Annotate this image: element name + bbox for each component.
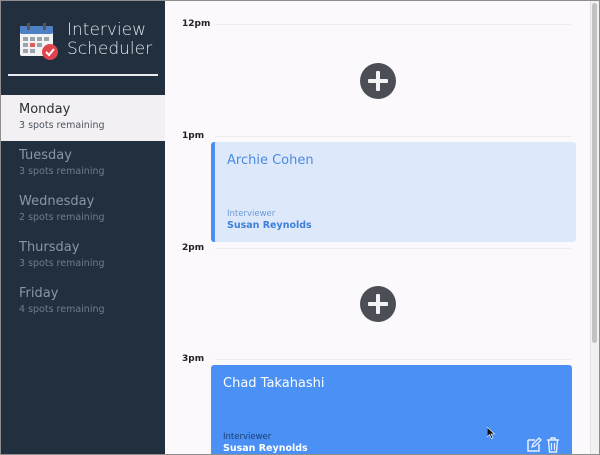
appointment-card[interactable]: Archie Cohen Interviewer Susan Reynolds	[211, 142, 576, 242]
time-divider	[215, 136, 571, 137]
sidebar: Interview Scheduler Monday 3 spots remai…	[1, 1, 165, 454]
add-appointment-button[interactable]	[360, 63, 396, 99]
time-divider	[215, 24, 571, 25]
day-name: Monday	[19, 102, 71, 117]
app-title: Interview Scheduler	[67, 21, 152, 59]
scrollbar-thumb[interactable]	[592, 3, 597, 343]
day-spots: 3 spots remaining	[19, 120, 105, 131]
student-name: Chad Takahashi	[223, 376, 325, 391]
day-spots: 3 spots remaining	[19, 258, 105, 269]
day-spots: 4 spots remaining	[19, 304, 105, 315]
day-item-monday[interactable]: Monday 3 spots remaining	[1, 95, 165, 141]
student-name: Archie Cohen	[227, 153, 314, 168]
edit-icon[interactable]	[526, 437, 542, 453]
mouse-cursor-icon	[487, 427, 495, 439]
interviewer-label: Interviewer	[227, 209, 276, 219]
interviewer-name: Susan Reynolds	[223, 443, 308, 454]
day-item-tuesday[interactable]: Tuesday 3 spots remaining	[1, 141, 165, 187]
calendar-check-icon	[20, 23, 58, 60]
trash-icon[interactable]	[545, 437, 561, 453]
day-item-wednesday[interactable]: Wednesday 2 spots remaining	[1, 187, 165, 233]
day-item-thursday[interactable]: Thursday 3 spots remaining	[1, 233, 165, 279]
sidebar-divider	[8, 74, 158, 76]
day-name: Thursday	[19, 240, 80, 255]
time-label-3pm: 3pm	[182, 354, 205, 364]
time-label-1pm: 1pm	[182, 131, 205, 141]
add-appointment-button[interactable]	[360, 286, 396, 322]
day-name: Friday	[19, 286, 59, 301]
app-title-line2: Scheduler	[67, 39, 153, 59]
day-spots: 2 spots remaining	[19, 212, 105, 223]
day-spots: 3 spots remaining	[19, 166, 105, 177]
app-window: Interview Scheduler Monday 3 spots remai…	[0, 0, 600, 455]
interviewer-name: Susan Reynolds	[227, 220, 312, 231]
time-divider	[215, 359, 571, 360]
day-name: Tuesday	[19, 148, 72, 163]
time-label-12pm: 12pm	[182, 19, 211, 29]
time-divider	[215, 248, 571, 249]
appointment-card-selected[interactable]: Chad Takahashi Interviewer Susan Reynold…	[211, 365, 572, 454]
day-name: Wednesday	[19, 194, 95, 209]
app-title-line1: Interview	[67, 20, 147, 40]
interviewer-label: Interviewer	[223, 432, 272, 442]
day-item-friday[interactable]: Friday 4 spots remaining	[1, 279, 165, 325]
time-label-2pm: 2pm	[182, 243, 205, 253]
